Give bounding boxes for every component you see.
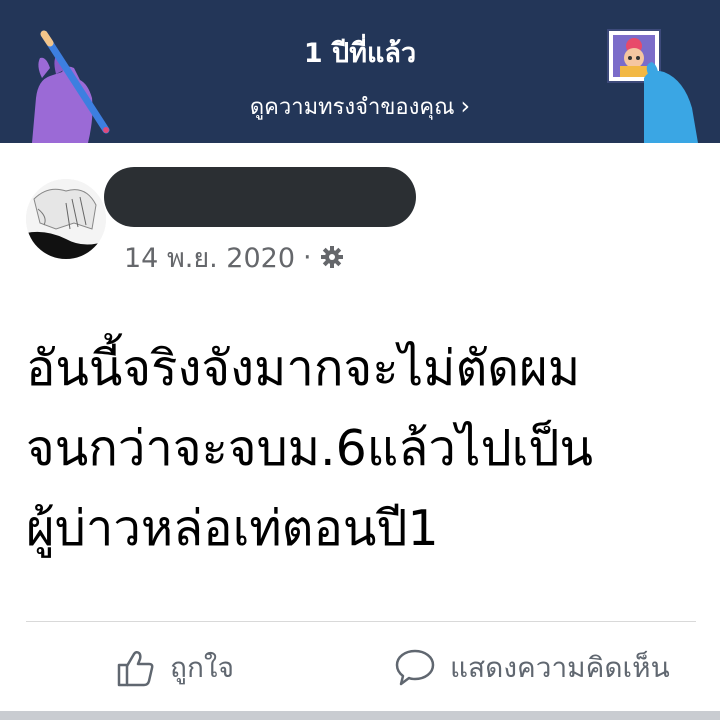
comment-button[interactable]: แสดงความคิดเห็น [394, 643, 670, 693]
thumbs-up-icon [117, 650, 154, 687]
post-date[interactable]: 14 พ.ย. 2020 [124, 236, 295, 279]
memories-banner[interactable]: 1 ปีที่แล้ว ดูความทรงจำของคุณ › [0, 0, 720, 143]
post-text: อันนี้จริงจังมากจะไม่ตัดผม จนกว่าจะจบม.6… [26, 340, 594, 557]
chevron-right-icon: › [460, 92, 471, 120]
avatar[interactable] [26, 179, 106, 259]
comment-icon [395, 649, 435, 686]
comment-label: แสดงความคิดเห็น [450, 651, 670, 684]
feed-separator [0, 711, 720, 720]
gear-icon [320, 246, 343, 268]
divider [26, 621, 696, 622]
avatar-image [26, 179, 106, 259]
like-button[interactable]: ถูกใจ [116, 643, 234, 693]
like-label: ถูกใจ [170, 651, 234, 684]
memory-post: 14 พ.ย. 2020 · อันนี้จริงจังมากจะไม่ตัดผ… [0, 143, 720, 711]
meta-separator: · [303, 241, 312, 273]
redacted-author-name [104, 167, 416, 227]
view-memories-label: ดูความทรงจำของคุณ [249, 95, 455, 120]
post-meta: 14 พ.ย. 2020 · [124, 239, 344, 275]
hand-holding-photo-illustration [607, 29, 698, 143]
